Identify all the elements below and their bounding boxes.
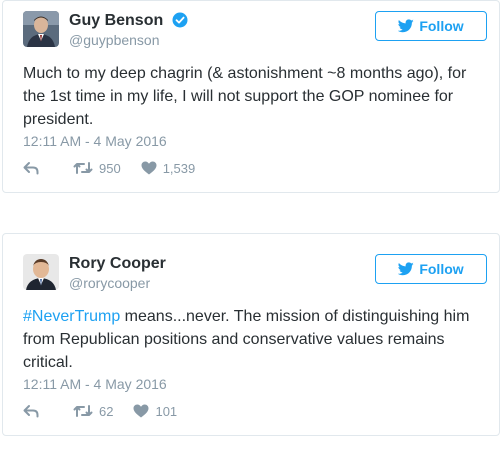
tweet-card: Guy Benson @guypbenson Follow Much to my… bbox=[2, 0, 500, 193]
follow-button[interactable]: Follow bbox=[375, 11, 487, 41]
like-button[interactable]: 1,539 bbox=[141, 160, 196, 176]
heart-icon bbox=[133, 404, 149, 418]
heart-icon bbox=[141, 161, 157, 175]
avatar[interactable] bbox=[23, 11, 59, 47]
retweet-button[interactable]: 62 bbox=[73, 404, 113, 419]
retweet-count: 62 bbox=[99, 403, 114, 419]
tweet-actions: 62 101 bbox=[23, 401, 197, 421]
verified-icon bbox=[172, 12, 188, 28]
retweet-count: 950 bbox=[99, 160, 121, 176]
tweet-actions: 950 1,539 bbox=[23, 158, 215, 178]
reply-icon bbox=[23, 162, 39, 175]
tweet-text-body: Much to my deep chagrin (& astonishment … bbox=[23, 65, 467, 128]
retweet-icon bbox=[73, 162, 93, 174]
bird-icon bbox=[398, 19, 415, 33]
avatar[interactable] bbox=[23, 254, 59, 290]
tweet-text: #NeverTrump means...never. The mission o… bbox=[23, 305, 485, 374]
author-name-text[interactable]: Rory Cooper bbox=[69, 255, 166, 272]
author-name[interactable]: Rory Cooper bbox=[69, 254, 166, 274]
bird-icon bbox=[398, 262, 415, 276]
tweet-timestamp[interactable]: 12:11 AM - 4 May 2016 bbox=[23, 132, 167, 150]
tweet-text: Much to my deep chagrin (& astonishment … bbox=[23, 62, 485, 131]
hashtag-link[interactable]: #NeverTrump bbox=[23, 308, 120, 325]
like-count: 101 bbox=[155, 403, 178, 419]
tweet-timestamp[interactable]: 12:11 AM - 4 May 2016 bbox=[23, 375, 167, 393]
reply-button[interactable] bbox=[23, 161, 45, 175]
author-handle[interactable]: @guypbenson bbox=[69, 31, 160, 49]
follow-button-label: Follow bbox=[419, 18, 464, 34]
follow-button[interactable]: Follow bbox=[375, 254, 487, 284]
reply-button[interactable] bbox=[23, 404, 45, 418]
author-handle[interactable]: @rorycooper bbox=[69, 274, 150, 292]
author-name-text[interactable]: Guy Benson bbox=[69, 12, 163, 29]
like-count: 1,539 bbox=[162, 160, 196, 176]
tweet-card: Rory Cooper @rorycooper Follow #NeverTru… bbox=[2, 233, 500, 436]
like-button[interactable]: 101 bbox=[133, 404, 177, 419]
author-name[interactable]: Guy Benson bbox=[69, 11, 188, 31]
follow-button-label: Follow bbox=[419, 261, 464, 277]
retweet-icon bbox=[73, 405, 93, 417]
reply-icon bbox=[23, 405, 39, 418]
retweet-button[interactable]: 950 bbox=[73, 161, 121, 176]
